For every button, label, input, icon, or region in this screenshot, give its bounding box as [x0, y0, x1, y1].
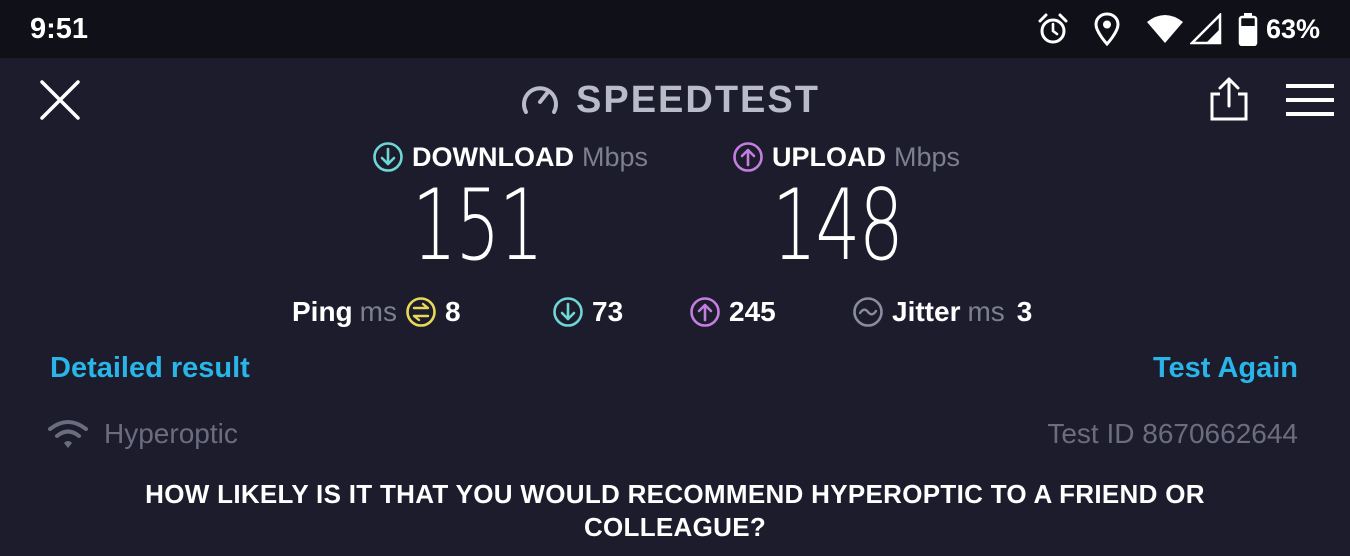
- app-title: SPEEDTEST: [576, 78, 820, 121]
- location-pin-icon: [1094, 12, 1120, 46]
- jitter-stat: Jitter ms 3: [852, 292, 1032, 332]
- upload-latency-icon: [690, 297, 720, 327]
- download-speed-value: 151: [412, 169, 544, 283]
- speedtest-logo: SPEEDTEST: [518, 78, 820, 122]
- test-again-button[interactable]: Test Again: [1153, 352, 1298, 385]
- speedometer-icon: [522, 86, 558, 114]
- provider-info: Hyperoptic: [48, 414, 238, 454]
- download-unit: Mbps: [581, 141, 649, 172]
- cell-signal-icon: [1189, 13, 1222, 45]
- download-arrow-icon: [373, 142, 403, 172]
- download-label: DOWNLOAD: [412, 141, 574, 172]
- share-icon: [1210, 77, 1248, 121]
- jitter-label: Jitter: [892, 296, 961, 327]
- status-time: 9:51: [30, 13, 89, 45]
- test-id: Test ID 8670662644: [1047, 418, 1298, 449]
- ping-icon: [406, 297, 436, 327]
- download-latency-value: 73: [592, 296, 624, 327]
- jitter-unit: ms: [967, 296, 1005, 327]
- status-bar: 9:51 63%: [0, 0, 1350, 58]
- share-button[interactable]: [1206, 76, 1252, 122]
- jitter-icon: [853, 297, 883, 327]
- close-icon: [40, 80, 80, 120]
- status-icons: 63%: [1036, 10, 1320, 48]
- download-latency-icon: [553, 297, 583, 327]
- menu-button[interactable]: [1286, 82, 1334, 118]
- wifi-icon: [1146, 14, 1184, 44]
- upload-speed-value: 148: [772, 169, 904, 283]
- upload-arrow-icon: [733, 142, 763, 172]
- battery-percent: 63%: [1265, 13, 1320, 44]
- upload-unit: Mbps: [894, 141, 961, 172]
- jitter-value: 3: [1016, 296, 1033, 327]
- ping-stat: Ping ms 8: [292, 292, 461, 332]
- detailed-result-link[interactable]: Detailed result: [50, 352, 250, 385]
- survey-question: HOW LIKELY IS IT THAT YOU WOULD RECOMMEN…: [145, 479, 1205, 542]
- hamburger-menu-icon: [1286, 84, 1334, 116]
- provider-name: Hyperoptic: [104, 418, 238, 449]
- battery-icon: [1238, 12, 1258, 46]
- alarm-icon: [1036, 12, 1070, 46]
- upload-label: UPLOAD: [772, 141, 886, 172]
- speedtest-result-screen: 9:51 63% SPEEDTEST DOWNLOAD Mbps 151 UPL…: [0, 0, 1350, 556]
- upload-latency-stat: 245: [689, 292, 776, 332]
- ping-value: 8: [445, 296, 461, 327]
- ping-unit: ms: [359, 296, 397, 327]
- close-button[interactable]: [38, 78, 82, 122]
- download-latency-stat: 73: [552, 292, 623, 332]
- ping-label: Ping: [292, 296, 353, 327]
- wifi-provider-icon: [48, 420, 88, 448]
- upload-latency-value: 245: [729, 296, 776, 327]
